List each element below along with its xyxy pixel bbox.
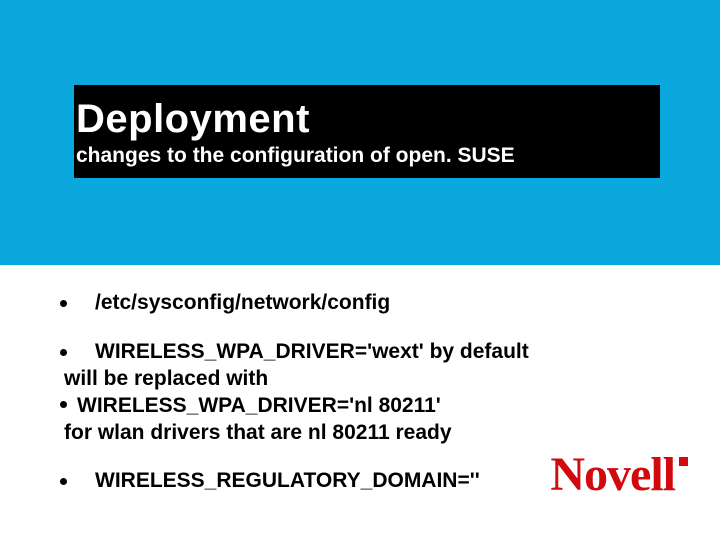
bullet-text: /etc/sysconfig/network/config <box>95 290 390 317</box>
slide: Deployment changes to the configuration … <box>0 0 720 540</box>
slide-subtitle: changes to the configuration of open. SU… <box>74 144 660 168</box>
bullet-icon <box>60 401 67 408</box>
novell-logo: Novell <box>550 447 688 502</box>
bullet-icon <box>60 300 67 307</box>
bullet-text: WIRELESS_WPA_DRIVER='nl 80211' <box>77 394 441 417</box>
title-block: Deployment changes to the configuration … <box>74 85 660 178</box>
novell-logo-dot-icon <box>679 457 688 466</box>
bullet-text: WIRELESS_WPA_DRIVER='wext' by default <box>95 339 529 366</box>
novell-logo-text: Novell <box>550 447 675 502</box>
bullet-icon <box>60 349 67 356</box>
bullet-row: /etc/sysconfig/network/config <box>56 290 680 317</box>
slide-title: Deployment <box>74 97 660 142</box>
bullet-text: WIRELESS_REGULATORY_DOMAIN='' <box>95 468 480 495</box>
bullet-row-inline: WIRELESS_WPA_DRIVER='nl 80211' <box>56 393 680 420</box>
continuation-text: will be replaced with <box>56 366 680 393</box>
bullet-row: WIRELESS_WPA_DRIVER='wext' by default <box>56 339 680 366</box>
bullet-icon <box>60 478 67 485</box>
continuation-text: for wlan drivers that are nl 80211 ready <box>56 420 680 447</box>
